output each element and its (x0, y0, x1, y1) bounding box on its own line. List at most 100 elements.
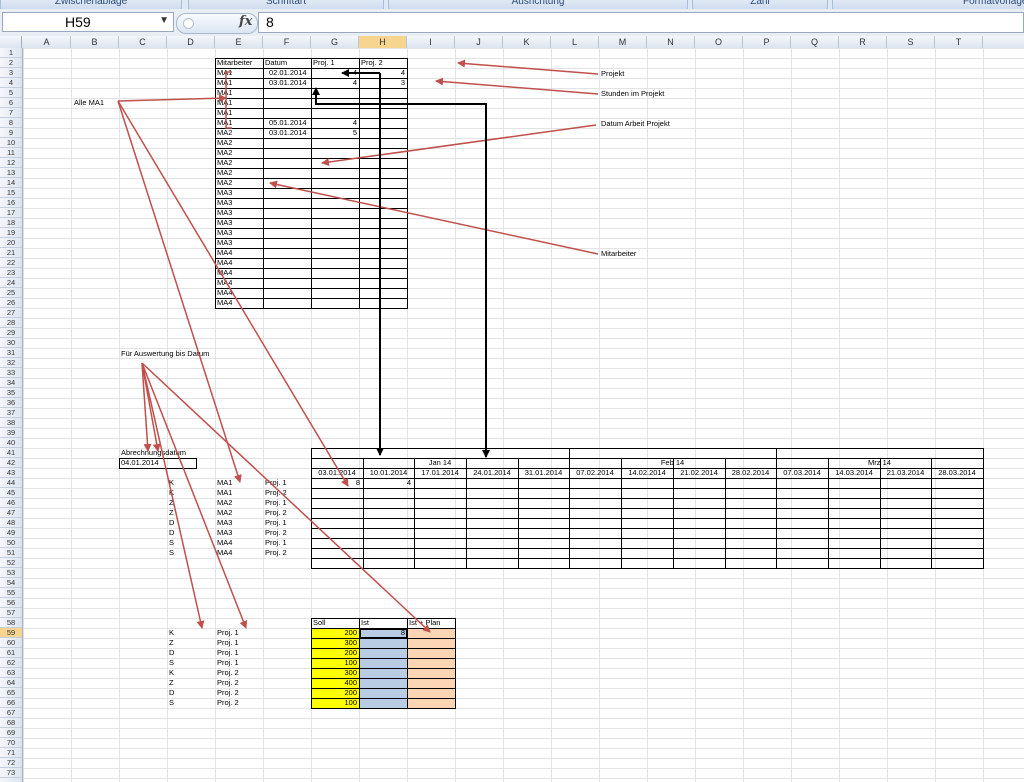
row-header[interactable]: 61 (0, 648, 22, 658)
row-header[interactable]: 40 (0, 438, 22, 448)
row-header[interactable]: 27 (0, 308, 22, 318)
select-all-button[interactable] (0, 36, 22, 48)
column-header-p[interactable]: P (743, 36, 791, 48)
row-header[interactable]: 5 (0, 88, 22, 98)
row-header[interactable]: 47 (0, 508, 22, 518)
column-header-j[interactable]: J (455, 36, 503, 48)
row-header[interactable]: 64 (0, 678, 22, 688)
row-header[interactable]: 2 (0, 58, 22, 68)
row-header[interactable]: 12 (0, 158, 22, 168)
column-header-h[interactable]: H (359, 36, 407, 48)
row-header[interactable]: 3 (0, 68, 22, 78)
row-header[interactable]: 1 (0, 48, 22, 58)
row-header[interactable]: 55 (0, 588, 22, 598)
row-header[interactable]: 26 (0, 298, 22, 308)
column-header-q[interactable]: Q (791, 36, 839, 48)
column-header-m[interactable]: M (599, 36, 647, 48)
row-header[interactable]: 4 (0, 78, 22, 88)
column-header-f[interactable]: F (263, 36, 311, 48)
row-header[interactable]: 44 (0, 478, 22, 488)
column-header-k[interactable]: K (503, 36, 551, 48)
row-header[interactable]: 54 (0, 578, 22, 588)
row-header[interactable]: 11 (0, 148, 22, 158)
row-header[interactable]: 16 (0, 198, 22, 208)
row-header[interactable]: 17 (0, 208, 22, 218)
row-header[interactable]: 20 (0, 238, 22, 248)
column-header-g[interactable]: G (311, 36, 359, 48)
row-header[interactable]: 67 (0, 708, 22, 718)
row-header[interactable]: 66 (0, 698, 22, 708)
row-header[interactable]: 48 (0, 518, 22, 528)
row-header[interactable]: 23 (0, 268, 22, 278)
row-header[interactable]: 69 (0, 728, 22, 738)
insert-function-icon[interactable]: fx (239, 14, 252, 29)
row-header[interactable]: 71 (0, 748, 22, 758)
row-header[interactable]: 34 (0, 378, 22, 388)
row-header[interactable]: 50 (0, 538, 22, 548)
row-header[interactable]: 15 (0, 188, 22, 198)
row-header[interactable]: 31 (0, 348, 22, 358)
row-header[interactable]: 38 (0, 418, 22, 428)
chevron-down-icon[interactable]: ▼ (159, 15, 169, 26)
row-header[interactable]: 37 (0, 408, 22, 418)
row-header[interactable]: 60 (0, 638, 22, 648)
row-header[interactable]: 68 (0, 718, 22, 728)
column-header-c[interactable]: C (119, 36, 167, 48)
row-header[interactable]: 28 (0, 318, 22, 328)
column-header-o[interactable]: O (695, 36, 743, 48)
row-header[interactable]: 21 (0, 248, 22, 258)
row-header[interactable]: 73 (0, 768, 22, 778)
row-header[interactable]: 57 (0, 608, 22, 618)
row-header[interactable]: 9 (0, 128, 22, 138)
row-header[interactable]: 36 (0, 398, 22, 408)
row-header[interactable]: 33 (0, 368, 22, 378)
row-header[interactable]: 13 (0, 168, 22, 178)
resize-handle-icon[interactable] (183, 18, 194, 29)
row-header[interactable]: 14 (0, 178, 22, 188)
column-header-n[interactable]: N (647, 36, 695, 48)
row-header[interactable]: 7 (0, 108, 22, 118)
column-header-i[interactable]: I (407, 36, 455, 48)
row-header[interactable]: 51 (0, 548, 22, 558)
row-header[interactable]: 39 (0, 428, 22, 438)
row-header[interactable]: 72 (0, 758, 22, 768)
active-cell[interactable] (359, 628, 408, 639)
row-header[interactable]: 52 (0, 558, 22, 568)
row-header[interactable]: 53 (0, 568, 22, 578)
row-header[interactable]: 70 (0, 738, 22, 748)
row-header[interactable]: 43 (0, 468, 22, 478)
row-header[interactable]: 59 (0, 628, 22, 638)
row-header[interactable]: 6 (0, 98, 22, 108)
row-header[interactable]: 18 (0, 218, 22, 228)
row-header[interactable]: 45 (0, 488, 22, 498)
row-header[interactable]: 49 (0, 528, 22, 538)
row-header[interactable]: 56 (0, 598, 22, 608)
row-header[interactable]: 42 (0, 458, 22, 468)
row-header[interactable]: 41 (0, 448, 22, 458)
row-header[interactable]: 25 (0, 288, 22, 298)
column-header-l[interactable]: L (551, 36, 599, 48)
row-header[interactable]: 24 (0, 278, 22, 288)
row-header[interactable]: 30 (0, 338, 22, 348)
row-header[interactable]: 19 (0, 228, 22, 238)
row-header[interactable]: 46 (0, 498, 22, 508)
column-header-t[interactable]: T (935, 36, 983, 48)
name-box[interactable]: H59 ▼ (2, 12, 174, 32)
column-header-r[interactable]: R (839, 36, 887, 48)
row-header[interactable]: 29 (0, 328, 22, 338)
row-header[interactable]: 58 (0, 618, 22, 628)
column-header-e[interactable]: E (215, 36, 263, 48)
column-header-a[interactable]: A (23, 36, 71, 48)
row-header[interactable]: 22 (0, 258, 22, 268)
row-header[interactable]: 65 (0, 688, 22, 698)
column-header-d[interactable]: D (167, 36, 215, 48)
row-header[interactable]: 62 (0, 658, 22, 668)
row-header[interactable]: 63 (0, 668, 22, 678)
sheet-grid[interactable]: Mitarbeiter Datum Proj. 1 Proj. 2 MA1 02.01.2… (23, 48, 1024, 782)
formula-input[interactable]: 8 (258, 12, 1024, 33)
column-header-b[interactable]: B (71, 36, 119, 48)
row-header[interactable]: 35 (0, 388, 22, 398)
column-header-s[interactable]: S (887, 36, 935, 48)
row-header[interactable]: 10 (0, 138, 22, 148)
row-header[interactable]: 8 (0, 118, 22, 128)
